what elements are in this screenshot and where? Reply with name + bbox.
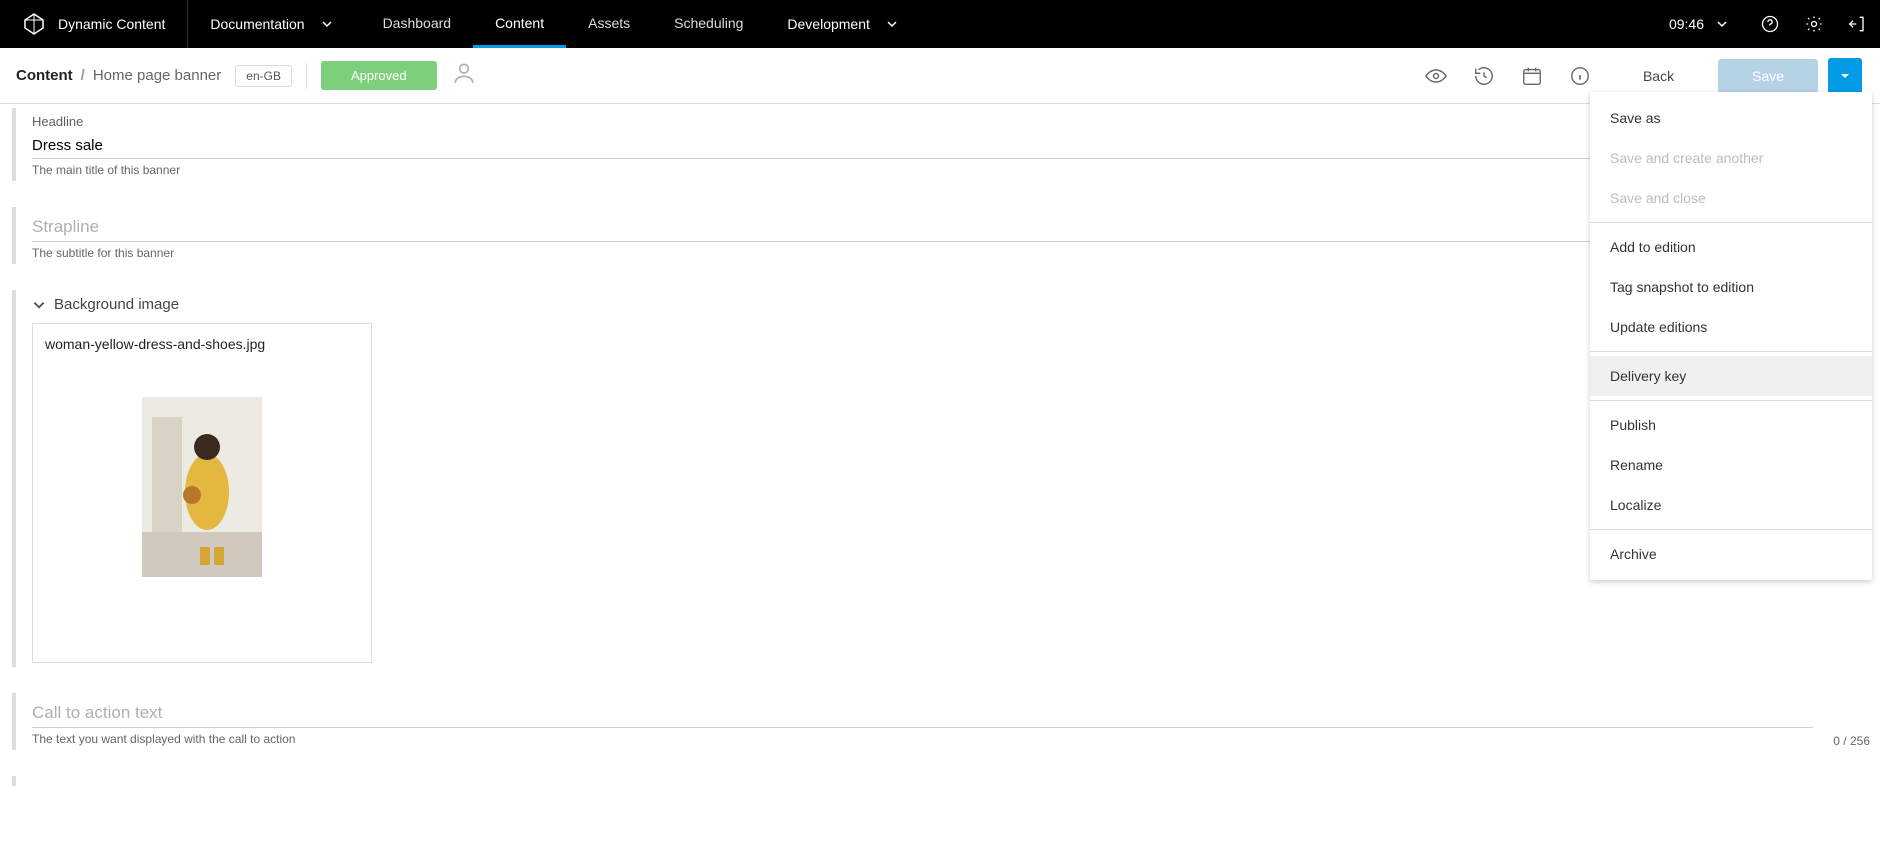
menu-archive[interactable]: Archive (1590, 534, 1872, 574)
menu-divider (1590, 529, 1872, 530)
nav-assets[interactable]: Assets (566, 0, 652, 48)
logout-icon[interactable] (1836, 0, 1880, 48)
crumb-leaf: Home page banner (93, 67, 221, 84)
image-card[interactable]: woman-yellow-dress-and-shoes.jpg (32, 323, 372, 663)
logo-icon (22, 12, 46, 36)
locale-pill[interactable]: en-GB (235, 65, 292, 87)
cta-input[interactable] (32, 699, 1813, 728)
help-icon[interactable] (1748, 0, 1792, 48)
topbar: Dynamic Content Documentation Dashboard … (0, 0, 1880, 48)
development-selector[interactable]: Development (765, 16, 920, 32)
menu-localize[interactable]: Localize (1590, 485, 1872, 525)
separator (306, 63, 307, 89)
timezone-selector[interactable]: 09:46 (1649, 16, 1748, 32)
menu-rename[interactable]: Rename (1590, 445, 1872, 485)
preview-icon[interactable] (1417, 57, 1455, 95)
nav-dashboard[interactable]: Dashboard (361, 0, 474, 48)
image-thumbnail (45, 372, 359, 602)
back-button[interactable]: Back (1609, 59, 1708, 93)
menu-save-and-close: Save and close (1590, 178, 1872, 218)
image-filename: woman-yellow-dress-and-shoes.jpg (45, 336, 359, 352)
chevron-down-icon (321, 18, 333, 30)
menu-save-as[interactable]: Save as (1590, 98, 1872, 138)
menu-publish[interactable]: Publish (1590, 405, 1872, 445)
menu-add-to-edition[interactable]: Add to edition (1590, 227, 1872, 267)
menu-divider (1590, 351, 1872, 352)
cta-help: The text you want displayed with the cal… (32, 732, 1813, 746)
chevron-down-icon (32, 298, 46, 312)
menu-divider (1590, 400, 1872, 401)
crumb-root[interactable]: Content (16, 67, 73, 84)
crumb-separator: / (81, 67, 85, 84)
history-icon[interactable] (1465, 57, 1503, 95)
menu-divider (1590, 222, 1872, 223)
menu-save-and-create: Save and create another (1590, 138, 1872, 178)
main-nav: Dashboard Content Assets Scheduling (361, 0, 766, 48)
settings-icon[interactable] (1792, 0, 1836, 48)
workspace-selector[interactable]: Documentation (188, 0, 354, 48)
info-icon[interactable] (1561, 57, 1599, 95)
menu-tag-snapshot[interactable]: Tag snapshot to edition (1590, 267, 1872, 307)
status-badge[interactable]: Approved (321, 61, 437, 90)
cta-block: The text you want displayed with the cal… (12, 693, 1870, 750)
next-block-peek (12, 776, 1870, 786)
development-label: Development (787, 16, 870, 32)
save-dropdown-menu: Save as Save and create another Save and… (1590, 92, 1872, 580)
chevron-down-icon (1716, 18, 1728, 30)
breadcrumb: Content / Home page banner (16, 67, 221, 84)
brand[interactable]: Dynamic Content (0, 0, 188, 48)
subheader-actions: Back Save (1417, 57, 1862, 95)
chevron-down-icon (886, 18, 898, 30)
brand-text: Dynamic Content (58, 16, 165, 32)
workspace-label: Documentation (210, 16, 304, 32)
clock-text: 09:46 (1669, 16, 1704, 32)
nav-scheduling[interactable]: Scheduling (652, 0, 765, 48)
menu-update-editions[interactable]: Update editions (1590, 307, 1872, 347)
save-menu-button[interactable] (1828, 58, 1862, 94)
nav-content[interactable]: Content (473, 0, 566, 48)
cta-char-counter: 0 / 256 (1833, 734, 1870, 748)
user-icon[interactable] (451, 60, 477, 91)
schedule-icon[interactable] (1513, 57, 1551, 95)
save-button[interactable]: Save (1718, 59, 1818, 93)
bg-image-label: Background image (54, 296, 179, 313)
menu-delivery-key[interactable]: Delivery key (1590, 356, 1872, 396)
